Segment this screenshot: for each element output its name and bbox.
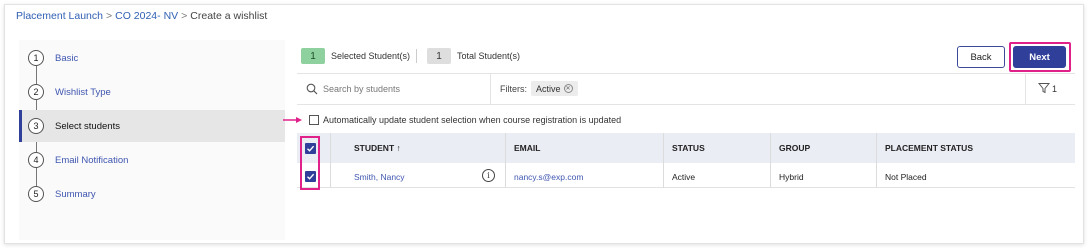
selected-count: 1 Selected Student(s) xyxy=(301,46,410,66)
student-email[interactable]: nancy.s@exp.com xyxy=(514,172,583,182)
filter-divider xyxy=(1025,73,1026,105)
filter-chip-active[interactable]: Active ✕ xyxy=(531,81,578,96)
count-divider xyxy=(416,49,417,63)
search-icon xyxy=(306,83,318,95)
filters-label: Filters: xyxy=(500,84,527,94)
breadcrumb-placement-launch[interactable]: Placement Launch xyxy=(16,10,103,22)
step-email-notification[interactable]: 4 Email Notification xyxy=(19,144,285,176)
total-count-badge: 1 xyxy=(427,48,451,64)
info-icon[interactable]: i xyxy=(482,169,495,182)
column-header-email[interactable]: EMAIL xyxy=(514,143,540,153)
column-divider xyxy=(330,133,331,188)
step-label: Email Notification xyxy=(55,154,129,166)
filter-count: 1 xyxy=(1052,84,1058,94)
step-number: 3 xyxy=(28,118,44,134)
column-divider xyxy=(663,133,664,188)
back-button[interactable]: Back xyxy=(957,46,1005,68)
total-count-label: Total Student(s) xyxy=(457,51,521,61)
step-select-students[interactable]: 3 Select students xyxy=(19,110,285,142)
search-divider xyxy=(490,73,491,105)
step-number: 4 xyxy=(28,152,44,168)
student-status: Active xyxy=(672,172,696,182)
column-header-placement-status[interactable]: PLACEMENT STATUS xyxy=(885,143,973,153)
column-divider xyxy=(876,133,877,188)
column-header-group[interactable]: GROUP xyxy=(779,143,810,153)
total-count: 1 Total Student(s) xyxy=(427,46,520,66)
row-checkbox[interactable] xyxy=(305,171,316,182)
next-button[interactable]: Next xyxy=(1013,46,1066,68)
column-header-label: STUDENT xyxy=(354,143,395,153)
step-number: 2 xyxy=(28,84,44,100)
breadcrumb: Placement Launch > CO 2024- NV > Create a wi… xyxy=(16,10,267,22)
step-number: 1 xyxy=(28,50,44,66)
select-all-checkbox[interactable] xyxy=(305,143,316,154)
step-label: Basic xyxy=(55,52,79,64)
column-divider xyxy=(770,133,771,188)
step-label: Select students xyxy=(55,120,120,132)
check-icon xyxy=(307,173,315,180)
filter-chip-label: Active xyxy=(536,83,561,94)
step-label: Wishlist Type xyxy=(55,86,111,98)
column-header-student[interactable]: STUDENT ↑ xyxy=(354,143,401,153)
column-divider xyxy=(505,133,506,188)
close-icon[interactable]: ✕ xyxy=(563,84,573,93)
selected-count-label: Selected Student(s) xyxy=(331,51,411,61)
auto-update-label: Automatically update student selection w… xyxy=(323,115,622,125)
search-filter-bar xyxy=(297,73,1075,105)
wizard-stepper: 1 Basic 2 Wishlist Type 3 Select student… xyxy=(19,40,285,240)
student-name-link[interactable]: Smith, Nancy xyxy=(354,172,405,182)
auto-update-checkbox[interactable] xyxy=(309,115,319,125)
breadcrumb-cycle[interactable]: CO 2024- NV xyxy=(115,10,178,22)
column-header-status[interactable]: STATUS xyxy=(672,143,705,153)
breadcrumb-separator: > xyxy=(181,10,188,22)
step-wishlist-type[interactable]: 2 Wishlist Type xyxy=(19,76,285,108)
search-input[interactable]: Search by students xyxy=(323,84,400,94)
step-basic[interactable]: 1 Basic xyxy=(19,42,285,74)
step-label: Summary xyxy=(55,188,96,200)
student-group: Hybrid xyxy=(779,172,804,182)
selected-count-badge: 1 xyxy=(301,48,325,64)
step-summary[interactable]: 5 Summary xyxy=(19,178,285,210)
step-number: 5 xyxy=(28,186,44,202)
annotation-arrow-icon xyxy=(283,117,302,123)
student-placement-status: Not Placed xyxy=(885,172,927,182)
filter-icon[interactable] xyxy=(1038,82,1050,94)
breadcrumb-separator: > xyxy=(105,10,113,22)
check-icon xyxy=(307,145,315,152)
breadcrumb-current: Create a wishlist xyxy=(190,10,268,22)
arrow-up-icon: ↑ xyxy=(396,143,401,153)
